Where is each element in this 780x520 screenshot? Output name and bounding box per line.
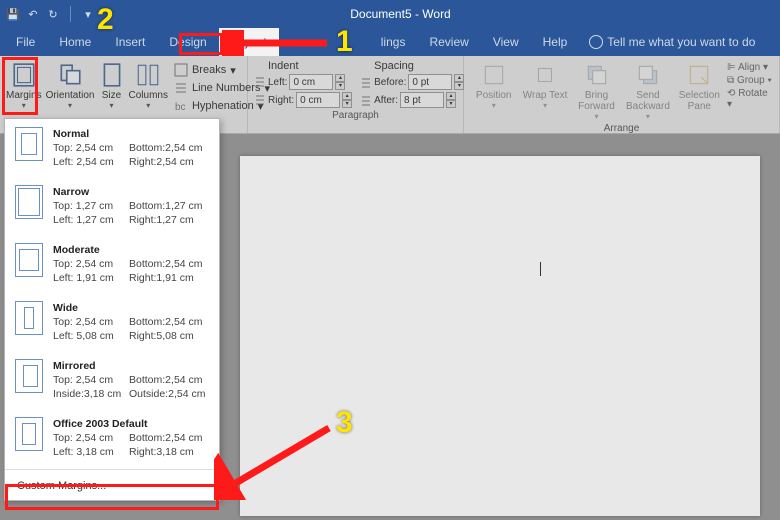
preset-normal[interactable]: Normal Top: 2,54 cmBottom:2,54 cm Left: … bbox=[5, 119, 219, 177]
wrap-text-button[interactable]: Wrap Text▾ bbox=[521, 58, 568, 121]
preset-narrow[interactable]: Narrow Top: 1,27 cmBottom:1,27 cm Left: … bbox=[5, 177, 219, 235]
group-label-paragraph: Paragraph bbox=[254, 108, 457, 123]
tab-layout[interactable]: Layout bbox=[219, 28, 279, 56]
lightbulb-icon bbox=[589, 35, 603, 49]
tell-me-input[interactable]: Tell me what you want to do bbox=[607, 35, 755, 49]
redo-icon[interactable]: ↻ bbox=[46, 7, 60, 21]
preset-moderate[interactable]: Moderate Top: 2,54 cmBottom:2,54 cm Left… bbox=[5, 235, 219, 293]
size-icon bbox=[99, 62, 125, 88]
indent-right-input[interactable]: 0 cm bbox=[296, 92, 340, 108]
indent-right-icon bbox=[254, 94, 266, 106]
separator bbox=[70, 6, 71, 22]
custom-margins-button[interactable]: Custom Margins... bbox=[5, 472, 219, 500]
spacing-after-icon bbox=[360, 94, 372, 106]
save-icon[interactable]: 💾 bbox=[6, 7, 20, 21]
position-button[interactable]: Position▾ bbox=[470, 58, 517, 121]
chevron-down-icon: ▾ bbox=[22, 101, 26, 110]
columns-icon bbox=[135, 62, 161, 88]
spinner[interactable]: ▴▾ bbox=[335, 74, 345, 90]
spacing-label: Spacing bbox=[360, 60, 464, 72]
text-cursor bbox=[540, 262, 541, 276]
group-button[interactable]: ⧉ Group ▾ bbox=[727, 75, 773, 86]
preset-wide[interactable]: Wide Top: 2,54 cmBottom:2,54 cm Left: 5,… bbox=[5, 293, 219, 351]
tab-file[interactable]: File bbox=[4, 28, 47, 56]
group-arrange: Position▾ Wrap Text▾ Bring Forward▾ Send… bbox=[464, 56, 780, 133]
tab-lings[interactable]: lings bbox=[369, 28, 418, 56]
orientation-icon bbox=[57, 62, 83, 88]
tab-home[interactable]: Home bbox=[47, 28, 103, 56]
indent-right-row: Right: 0 cm ▴▾ bbox=[254, 92, 352, 108]
send-backward-button[interactable]: Send Backward▾ bbox=[624, 58, 671, 121]
preset-mirrored[interactable]: Mirrored Top: 2,54 cmBottom:2,54 cm Insi… bbox=[5, 351, 219, 409]
indent-left-row: Left: 0 cm ▴▾ bbox=[254, 74, 352, 90]
tab-review[interactable]: Review bbox=[417, 28, 480, 56]
tab-insert[interactable]: Insert bbox=[103, 28, 157, 56]
spacing-after-input[interactable]: 8 pt bbox=[400, 92, 444, 108]
tab-help[interactable]: Help bbox=[531, 28, 580, 56]
rotate-button[interactable]: ⟲ Rotate ▾ bbox=[727, 88, 773, 110]
spacing-before-icon bbox=[360, 76, 372, 88]
word-window: 💾 ↶ ↻ ▾ Document5 - Word File Home Inser… bbox=[0, 0, 780, 520]
preset-icon bbox=[15, 127, 43, 161]
margins-dropdown: Normal Top: 2,54 cmBottom:2,54 cm Left: … bbox=[4, 118, 220, 501]
separator bbox=[5, 469, 219, 470]
indent-left-input[interactable]: 0 cm bbox=[289, 74, 333, 90]
title-bar: 💾 ↶ ↻ ▾ Document5 - Word bbox=[0, 0, 780, 28]
dropdown-icon[interactable]: ▾ bbox=[81, 7, 95, 21]
margins-icon bbox=[11, 62, 37, 88]
spacing-before-input[interactable]: 0 pt bbox=[408, 74, 452, 90]
quick-access-toolbar: 💾 ↶ ↻ ▾ bbox=[0, 6, 101, 22]
indent-left-icon bbox=[254, 76, 266, 88]
indent-label: Indent bbox=[254, 60, 352, 72]
selection-pane-button[interactable]: Selection Pane bbox=[676, 58, 723, 121]
page[interactable] bbox=[240, 156, 760, 516]
preset-office2003[interactable]: Office 2003 Default Top: 2,54 cmBottom:2… bbox=[5, 409, 219, 467]
tab-design[interactable]: Design bbox=[157, 28, 218, 56]
tab-view[interactable]: View bbox=[481, 28, 531, 56]
align-button[interactable]: ⊫ Align ▾ bbox=[727, 62, 773, 73]
window-title: Document5 - Word bbox=[101, 7, 700, 21]
group-paragraph: Indent Left: 0 cm ▴▾ Right: 0 cm ▴▾ bbox=[248, 56, 464, 133]
ribbon-tabs: File Home Insert Design Layout lings Rev… bbox=[0, 28, 780, 56]
bring-forward-button[interactable]: Bring Forward▾ bbox=[573, 58, 620, 121]
undo-icon[interactable]: ↶ bbox=[26, 7, 40, 21]
svg-text:bc: bc bbox=[175, 102, 186, 113]
